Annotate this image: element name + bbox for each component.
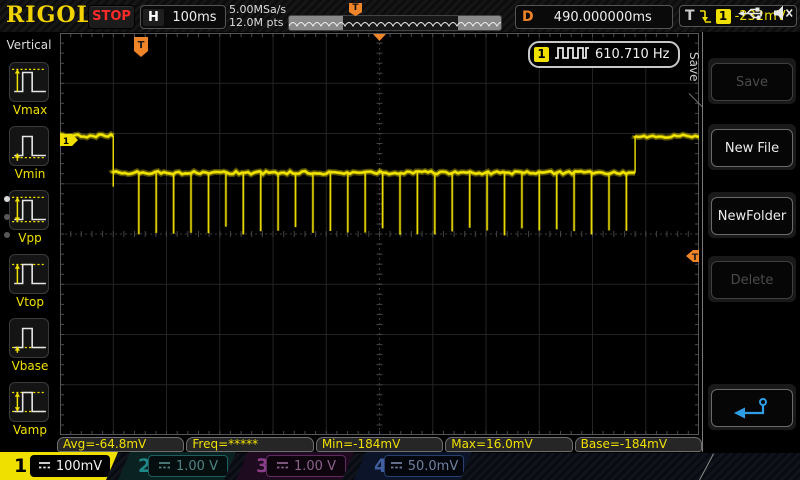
left-menu-item-vmax[interactable]: Vmax [9,62,51,117]
trigger-time-flag: T [134,37,148,57]
return-arrow-icon [730,395,774,421]
right-menu-button-delete[interactable]: Delete [708,256,796,302]
left-menu-item-vamp[interactable]: Vamp [9,382,51,437]
measurement-readout: Avg=-64.8mV [57,437,184,452]
frequency-value: 610.710 Hz [595,47,670,62]
brand-logo: RIGOL [6,2,93,28]
page-dot [4,196,10,202]
left-menu-item-vmin[interactable]: Vmin [9,126,51,181]
trigger-position-marker [373,34,386,41]
status-icons [738,4,794,26]
square-wave-icon [554,45,590,65]
vpp-icon [9,190,49,230]
usb-icon [738,4,765,26]
right-menu-button-new-file[interactable]: New File [708,124,796,170]
speaker-muted-icon [773,5,794,25]
svg-text:1: 1 [63,137,69,147]
delay-value: 490.000000ms [534,10,672,25]
delay-label: D [522,9,534,25]
channel-number: 1 [14,454,27,478]
vtop-icon [9,254,49,294]
right-menu: Save New File NewFolder Delete [704,32,800,452]
timebase-label: H [143,9,164,26]
measurement-bar: Avg=-64.8mVFreq=*****Min=-184mVMax=16.0m… [57,437,702,452]
memory-position-bar [288,15,502,31]
channel-scale: 1.00 V [176,459,218,474]
svg-text:T: T [138,40,145,51]
page-dot [4,214,10,220]
trigger-label: T [685,8,695,24]
run-state-badge[interactable]: STOP [88,5,135,29]
trigger-source-badge: 1 [716,9,731,24]
oscilloscope-screen: RIGOL STOP H 100ms 5.00MSa/s 12.0M pts T… [0,0,800,480]
right-menu-button-return[interactable] [708,384,796,430]
vmin-icon [9,126,49,166]
vbase-icon [9,318,49,358]
right-menu-button-save[interactable]: Save [708,58,796,104]
trigger-level-tag: T [686,250,699,263]
coupling-dc-icon [158,459,171,474]
delay-box: D 490.000000ms [515,5,673,29]
waveform-display: T T 1 [60,33,699,435]
channel-status-1[interactable]: 1 100mV [0,452,118,480]
acquisition-info: 5.00MSa/s 12.0M pts [229,3,286,29]
page-dot [4,232,10,238]
timebase-value: 100ms [164,10,225,25]
vmax-icon [9,62,49,102]
svg-text:T: T [692,253,699,263]
left-menu-item-vpp[interactable]: Vpp [9,190,51,245]
vamp-icon [9,382,49,422]
sample-rate: 5.00MSa/s [229,3,286,16]
channel-scale: 1.00 V [294,459,336,474]
channel-scale: 50.0mV [408,459,459,474]
coupling-dc-icon [276,459,289,474]
memory-depth: 12.0M pts [229,16,286,29]
channel-status-2[interactable]: 2 1.00 V [118,452,236,480]
coupling-dc-icon [390,459,403,474]
measurement-readout: Min=-184mV [316,437,443,452]
channel-status-3[interactable]: 3 1.00 V [236,452,354,480]
menu-tab-label: Save [687,52,701,81]
left-menu-item-vbase[interactable]: Vbase [9,318,51,373]
right-menu-button-newfolder[interactable]: NewFolder [708,192,796,238]
measurement-readout: Max=16.0mV [445,437,572,452]
frequency-counter: 1 610.710 Hz [528,41,680,68]
channel-scale: 100mV [56,459,102,474]
timebase-box[interactable]: H 100ms [140,5,226,29]
left-menu: Vertical Vmax Vmin Vpp Vtop Vbase Vamp [0,32,58,452]
channel-badge: 1 [534,47,549,62]
left-menu-item-vtop[interactable]: Vtop [9,254,51,309]
left-menu-title: Vertical [0,38,58,52]
falling-edge-icon [699,8,712,25]
memory-waveform-icon [289,16,501,30]
coupling-dc-icon [38,459,51,474]
measurement-readout: Base=-184mV [575,437,702,452]
measurement-readout: Freq=***** [186,437,313,452]
right-menu-separator [702,32,703,452]
channel-status-4[interactable]: 4 50.0mV [354,452,472,480]
